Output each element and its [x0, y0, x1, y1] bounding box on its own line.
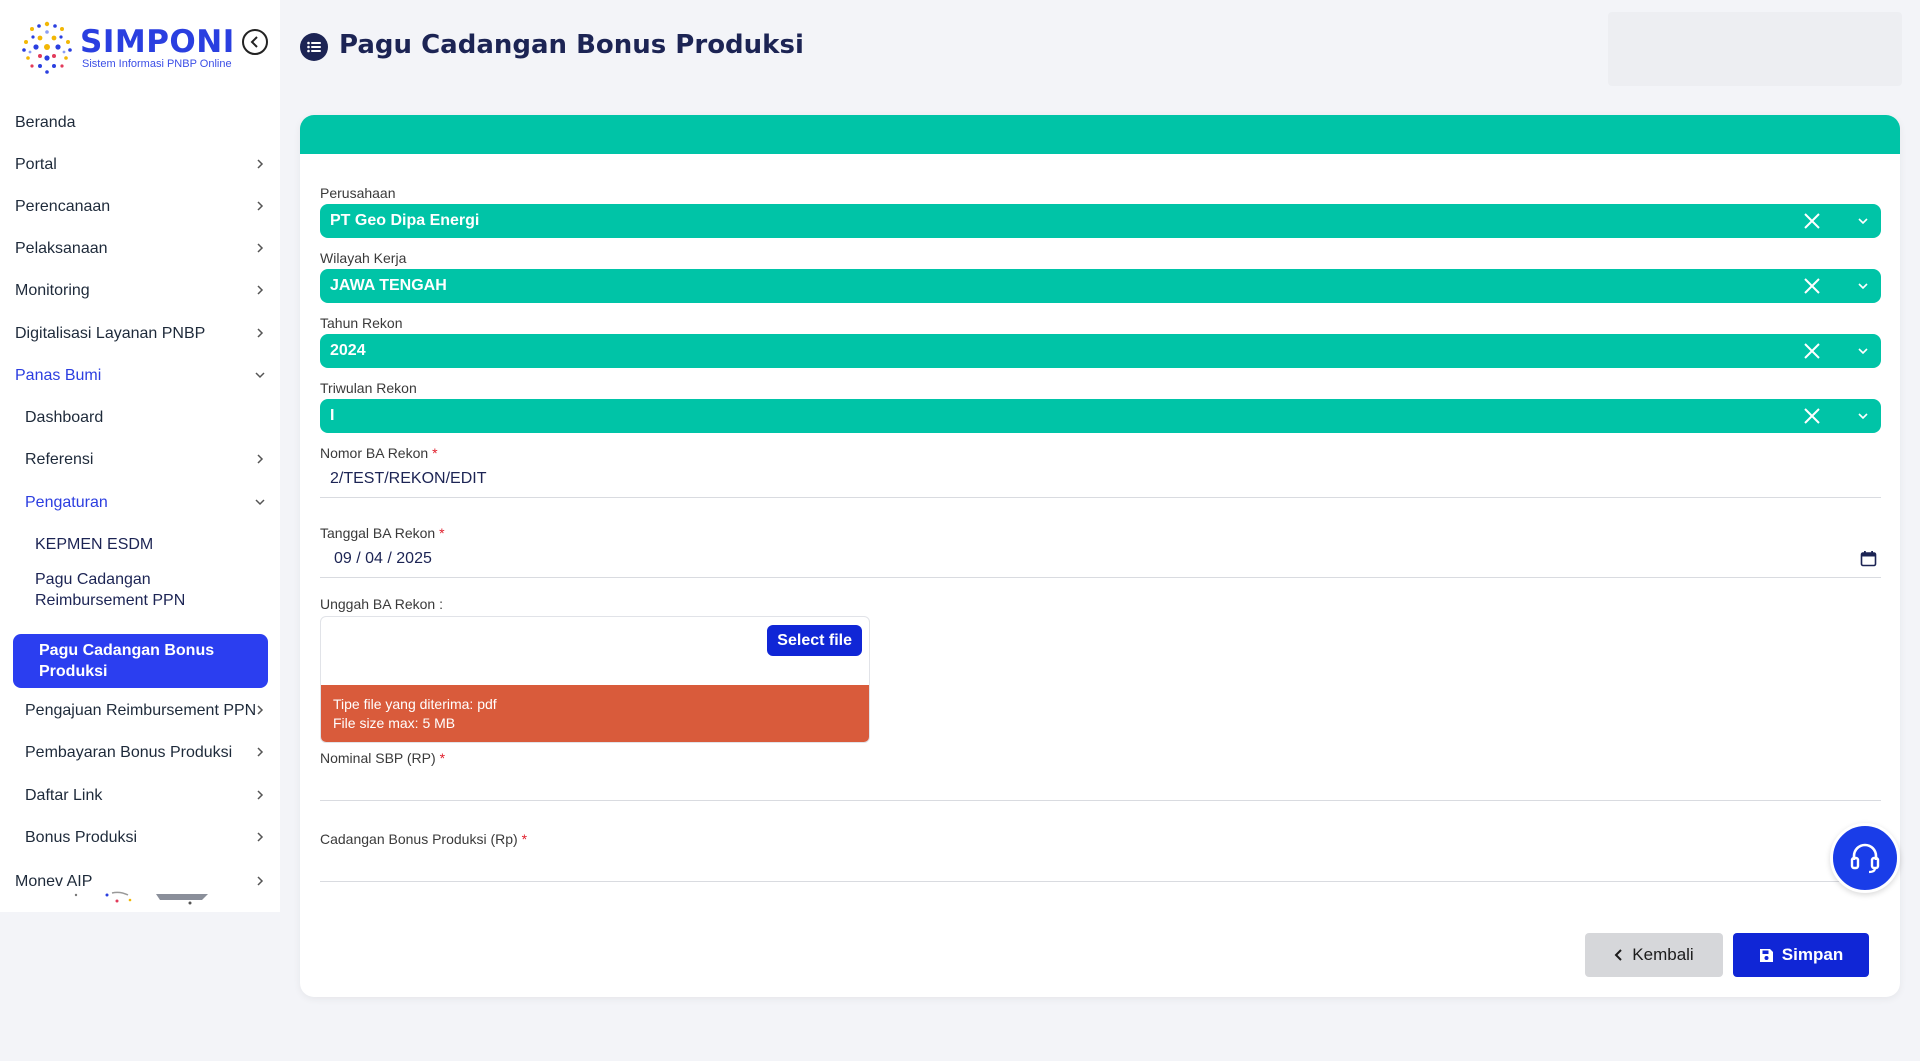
help-support-button[interactable]: [1830, 823, 1900, 893]
sidebar-item-daftar-link[interactable]: Daftar Link: [0, 775, 280, 815]
nomor-ba-label: Nomor BA Rekon *: [320, 445, 438, 461]
file-upload-info: Tipe file yang diterima: pdf File size m…: [321, 685, 869, 742]
sidebar-item-beranda[interactable]: Beranda: [0, 102, 280, 142]
sidebar: SIMPONI Sistem Informasi PNBP Online Ber…: [0, 0, 280, 912]
chevron-down-icon[interactable]: [1857, 216, 1869, 226]
tahun-rekon-label: Tahun Rekon: [320, 315, 403, 331]
app-logo[interactable]: SIMPONI Sistem Informasi PNBP Online: [18, 18, 238, 78]
collapse-sidebar-button[interactable]: [242, 29, 268, 55]
tanggal-ba-input[interactable]: 09 / 04 / 2025: [320, 542, 1881, 578]
sidebar-item-kepmen-esdm[interactable]: KEPMEN ESDM: [0, 524, 280, 564]
chevron-left-icon: [1614, 949, 1622, 961]
back-button[interactable]: Kembali: [1585, 933, 1723, 977]
sidebar-item-monitoring[interactable]: Monitoring: [0, 270, 280, 310]
chevron-down-icon[interactable]: [1857, 346, 1869, 356]
wilayah-kerja-select[interactable]: JAWA TENGAH: [320, 269, 1881, 303]
sidebar-item-pelaksanaan[interactable]: Pelaksanaan: [0, 228, 280, 268]
select-file-button[interactable]: Select file: [767, 625, 862, 656]
card-header: [300, 115, 1900, 154]
list-icon: [300, 33, 328, 61]
sidebar-item-pagu-bonus-produksi[interactable]: Pagu Cadangan Bonus Produksi: [13, 634, 268, 688]
clear-icon[interactable]: [1803, 212, 1821, 230]
clear-icon[interactable]: [1803, 407, 1821, 425]
decorative-illustration: [74, 891, 208, 905]
clear-icon[interactable]: [1803, 277, 1821, 295]
nominal-sbp-input[interactable]: [320, 765, 1881, 801]
sidebar-item-bonus-produksi[interactable]: Bonus Produksi: [0, 817, 280, 857]
chevron-right-icon: [257, 790, 264, 800]
perusahaan-label: Perusahaan: [320, 185, 396, 201]
sidebar-item-pagu-reimbursement[interactable]: Pagu Cadangan Reimbursement PPN: [0, 568, 280, 612]
chevron-right-icon: [257, 705, 264, 715]
tanggal-ba-label: Tanggal BA Rekon *: [320, 525, 445, 541]
sidebar-item-pengaturan[interactable]: Pengaturan: [0, 482, 280, 522]
form-card: Perusahaan PT Geo Dipa Energi Wilayah Ke…: [300, 115, 1900, 997]
chevron-left-icon: [250, 36, 258, 48]
sidebar-item-perencanaan[interactable]: Perencanaan: [0, 186, 280, 226]
triwulan-rekon-value: I: [330, 407, 335, 424]
triwulan-rekon-label: Triwulan Rekon: [320, 380, 417, 396]
tahun-rekon-value: 2024: [330, 342, 366, 359]
chevron-right-icon: [257, 328, 264, 338]
nomor-ba-input[interactable]: 2/TEST/REKON/EDIT: [320, 462, 1881, 498]
sidebar-item-referensi[interactable]: Referensi: [0, 439, 280, 479]
headset-icon: [1850, 843, 1880, 874]
chevron-right-icon: [257, 243, 264, 253]
chevron-down-icon: [255, 499, 265, 506]
sidebar-item-pengajuan-reimbursement[interactable]: Pengajuan Reimbursement PPN: [0, 690, 280, 730]
tahun-rekon-select[interactable]: 2024: [320, 334, 1881, 368]
logo-dots-icon: [22, 21, 72, 74]
calendar-icon[interactable]: [1860, 550, 1877, 567]
user-panel-placeholder: [1608, 12, 1902, 86]
page-title: Pagu Cadangan Bonus Produksi: [339, 30, 804, 60]
chevron-right-icon: [257, 747, 264, 757]
sidebar-item-pembayaran-bonus[interactable]: Pembayaran Bonus Produksi: [0, 732, 280, 772]
chevron-down-icon[interactable]: [1857, 281, 1869, 291]
chevron-right-icon: [257, 201, 264, 211]
chevron-right-icon: [257, 876, 264, 886]
wilayah-kerja-label: Wilayah Kerja: [320, 250, 407, 266]
clear-icon[interactable]: [1803, 342, 1821, 360]
chevron-right-icon: [257, 832, 264, 842]
sidebar-item-portal[interactable]: Portal: [0, 144, 280, 184]
chevron-right-icon: [257, 285, 264, 295]
logo-subtitle: Sistem Informasi PNBP Online: [82, 58, 232, 70]
unggah-ba-label: Unggah BA Rekon :: [320, 596, 443, 612]
perusahaan-select[interactable]: PT Geo Dipa Energi: [320, 204, 1881, 238]
sidebar-item-panas-bumi[interactable]: Panas Bumi: [0, 355, 280, 395]
wilayah-kerja-value: JAWA TENGAH: [330, 277, 447, 294]
sidebar-item-dashboard[interactable]: Dashboard: [0, 397, 280, 437]
chevron-right-icon: [257, 454, 264, 464]
chevron-down-icon[interactable]: [1857, 411, 1869, 421]
logo-title: SIMPONI: [80, 24, 235, 60]
chevron-down-icon: [255, 372, 265, 379]
save-button[interactable]: Simpan: [1733, 933, 1869, 977]
chevron-right-icon: [257, 159, 264, 169]
nominal-sbp-label: Nominal SBP (RP) *: [320, 750, 446, 766]
triwulan-rekon-select[interactable]: I: [320, 399, 1881, 433]
cadangan-bonus-input[interactable]: [320, 846, 1881, 882]
perusahaan-value: PT Geo Dipa Energi: [330, 212, 480, 229]
sidebar-item-digitalisasi[interactable]: Digitalisasi Layanan PNBP: [0, 313, 280, 353]
file-upload-area[interactable]: Select file Tipe file yang diterima: pdf…: [320, 616, 870, 743]
cadangan-bonus-label: Cadangan Bonus Produksi (Rp) *: [320, 831, 528, 847]
save-icon: [1759, 948, 1773, 962]
